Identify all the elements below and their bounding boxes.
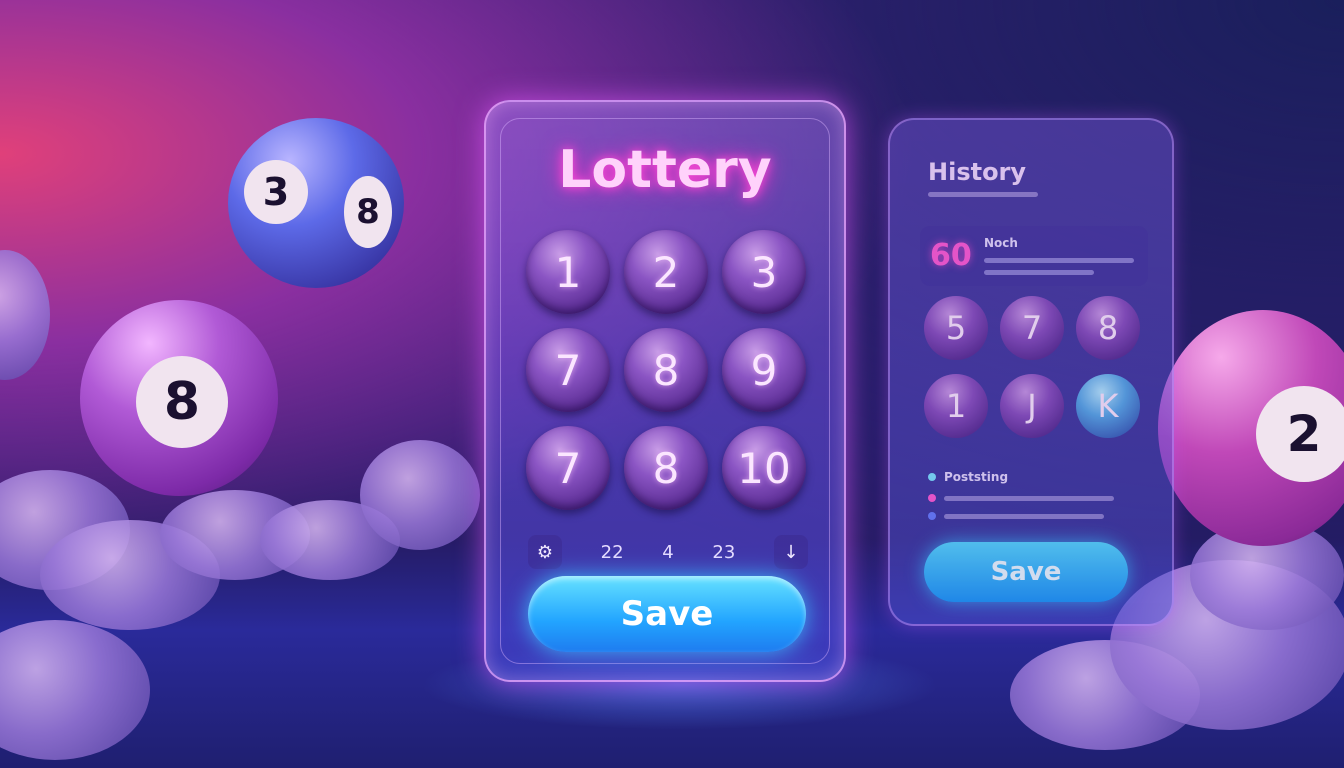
number-ball-button[interactable]: 2: [624, 230, 708, 314]
number-ball-button[interactable]: 1: [526, 230, 610, 314]
history-number[interactable]: 5: [924, 296, 988, 360]
number-grid: 1 2 3 7 8 9 7 8 10: [526, 230, 810, 510]
text-placeholder: [984, 270, 1094, 275]
number-ball-button[interactable]: 10: [722, 426, 806, 510]
list-item: Poststing: [928, 470, 1148, 484]
history-list: Poststing: [928, 470, 1148, 530]
history-card: History 60 Noch 5 7 8 1 J K Poststing Sa…: [888, 118, 1174, 626]
lottery-ball: 8: [80, 300, 278, 496]
arrow-down-icon[interactable]: ↓: [773, 535, 808, 569]
history-number[interactable]: 1: [924, 374, 988, 438]
lottery-ball: 3 8: [228, 118, 404, 288]
ball-number: 8: [136, 356, 228, 448]
history-save-button[interactable]: Save: [924, 542, 1128, 602]
history-number-grid: 5 7 8 1 J K: [924, 296, 1140, 438]
control-row: ⚙ 22 4 23 ↓: [528, 534, 808, 570]
lottery-card: Lottery 1 2 3 7 8 9 7 8 10 ⚙ 22 4 23 ↓ S…: [484, 100, 846, 682]
text-placeholder: [944, 495, 1114, 501]
settings-icon[interactable]: ⚙: [528, 535, 562, 569]
cloud: [360, 440, 480, 550]
history-number[interactable]: J: [1000, 374, 1064, 438]
history-number[interactable]: 8: [1076, 296, 1140, 360]
history-number[interactable]: 7: [1000, 296, 1064, 360]
history-title: History: [928, 158, 1027, 186]
history-number[interactable]: K: [1076, 374, 1140, 438]
history-value: 60: [930, 238, 972, 273]
cloud: [0, 250, 50, 380]
control-value: 22: [600, 541, 624, 563]
lottery-ball: 2: [1158, 310, 1344, 546]
number-ball-button[interactable]: 8: [624, 328, 708, 412]
number-ball-button[interactable]: 7: [526, 328, 610, 412]
history-highlight: 60 Noch: [920, 226, 1148, 286]
history-label: Noch: [984, 236, 1018, 250]
ball-number: 3: [244, 160, 308, 224]
card-title: Lottery: [558, 140, 772, 200]
list-item: [928, 512, 1148, 520]
text-placeholder: [944, 513, 1104, 519]
number-ball-button[interactable]: 7: [526, 426, 610, 510]
number-ball-button[interactable]: 3: [722, 230, 806, 314]
text-placeholder: [984, 258, 1134, 263]
ball-number: 8: [344, 176, 392, 248]
number-ball-button[interactable]: 9: [722, 328, 806, 412]
list-label: Poststing: [944, 470, 1009, 484]
list-item: [928, 494, 1148, 502]
number-ball-button[interactable]: 8: [624, 426, 708, 510]
control-value: 23: [712, 541, 736, 563]
save-button[interactable]: Save: [528, 576, 806, 652]
control-value: 4: [662, 541, 674, 563]
history-subtitle: [928, 192, 1038, 197]
ball-number: 2: [1256, 386, 1344, 482]
